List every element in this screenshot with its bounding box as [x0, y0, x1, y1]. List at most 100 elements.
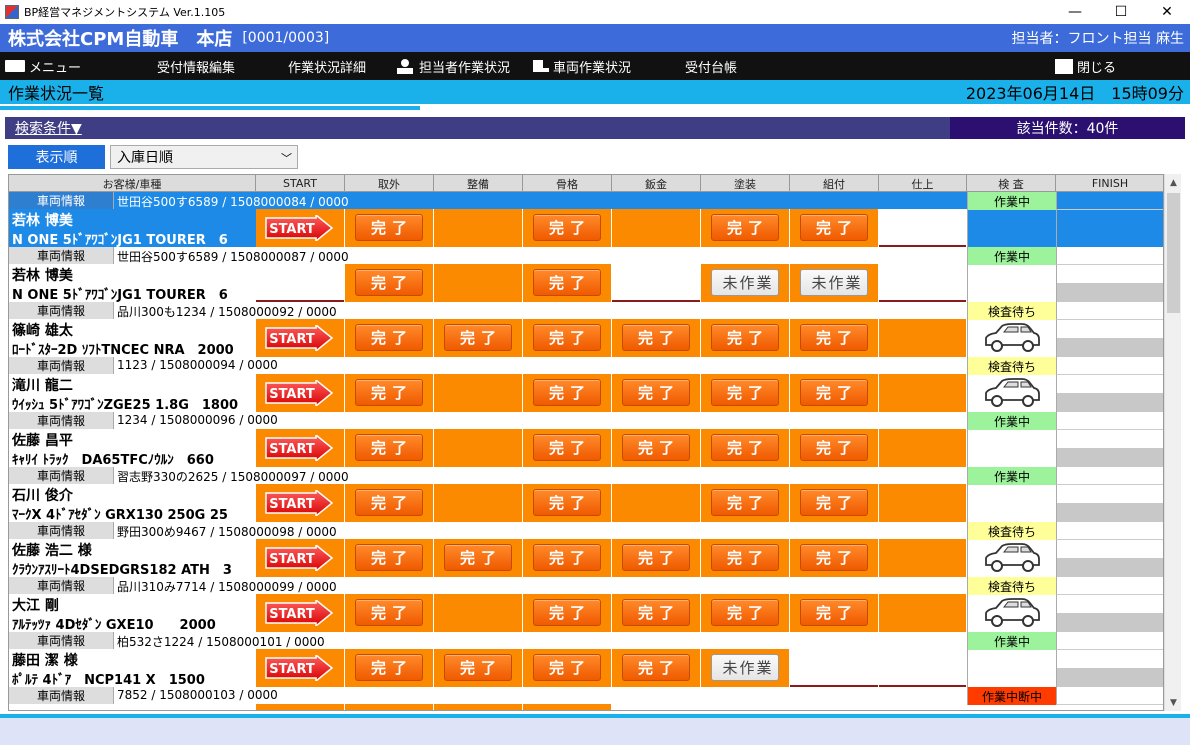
- col-start-cell: [256, 704, 345, 710]
- not-started-button[interactable]: 未作業: [800, 269, 868, 296]
- done-button[interactable]: 完了: [711, 544, 779, 571]
- col-frame-cell: [523, 704, 612, 710]
- car-icon[interactable]: [982, 596, 1042, 631]
- done-button[interactable]: 完了: [355, 599, 423, 626]
- close-screen-button[interactable]: 閉じる: [1055, 52, 1116, 80]
- done-button[interactable]: 完了: [711, 434, 779, 461]
- menu-button[interactable]: メニュー: [5, 52, 81, 80]
- close-window-button[interactable]: ✕: [1144, 0, 1190, 24]
- done-button[interactable]: 完了: [355, 489, 423, 516]
- customer-cell[interactable]: 藤田 潔 様 ﾎﾟﾙﾃ 4ﾄﾞｱ NCP141 X 1500: [9, 649, 256, 687]
- start-button[interactable]: START: [264, 488, 334, 518]
- done-button[interactable]: 完了: [711, 324, 779, 351]
- done-button[interactable]: 完了: [533, 654, 601, 681]
- done-button[interactable]: 完了: [622, 324, 690, 351]
- done-button[interactable]: 完了: [800, 544, 868, 571]
- work-detail-button[interactable]: 作業状況詳細: [266, 52, 366, 248]
- start-button[interactable]: START: [264, 543, 334, 573]
- done-button[interactable]: 完了: [533, 214, 601, 241]
- car-icon[interactable]: [982, 376, 1042, 411]
- done-button[interactable]: 完了: [355, 544, 423, 571]
- done-button[interactable]: 完了: [711, 599, 779, 626]
- sort-select[interactable]: 入庫日順 ﹀: [110, 145, 298, 169]
- done-button[interactable]: 完了: [622, 544, 690, 571]
- done-button[interactable]: 完了: [533, 599, 601, 626]
- start-button[interactable]: START: [264, 433, 334, 463]
- done-button[interactable]: 完了: [355, 324, 423, 351]
- start-button[interactable]: START: [264, 213, 334, 243]
- customer-cell[interactable]: 佐藤 昌平 ｷｬﾘｲ ﾄﾗｯｸ DA65TFCﾉｳﾙﾝ 660: [9, 429, 256, 467]
- col-maintenance-cell: [434, 264, 523, 302]
- finish-cell-top: [1056, 687, 1163, 705]
- done-button[interactable]: 完了: [355, 269, 423, 296]
- table-row[interactable]: 車両情報 品川310み7714 / 1508000099 / 0000 大江 剛 ｱﾙ…: [9, 577, 1163, 632]
- inspection-cell[interactable]: [967, 320, 1056, 357]
- inspection-cell[interactable]: [967, 595, 1056, 632]
- done-button[interactable]: 完了: [800, 214, 868, 241]
- start-button[interactable]: START: [264, 378, 334, 408]
- table-row[interactable]: 車両情報 世田谷500す6589 / 1508000087 / 0000 若林 博美…: [9, 247, 1163, 302]
- table-row[interactable]: 車両情報 世田谷500す6589 / 1508000084 / 0000 若林 博美…: [9, 192, 1163, 247]
- done-button[interactable]: 完了: [711, 214, 779, 241]
- done-button[interactable]: 完了: [355, 654, 423, 681]
- done-button[interactable]: 完了: [800, 599, 868, 626]
- done-button[interactable]: 完了: [444, 544, 512, 571]
- table-row[interactable]: 車両情報 習志野330の2625 / 1508000097 / 0000 石川 俊介…: [9, 467, 1163, 522]
- done-button[interactable]: 完了: [622, 379, 690, 406]
- done-button[interactable]: 完了: [800, 379, 868, 406]
- scroll-up-icon[interactable]: ▲: [1165, 174, 1182, 191]
- done-button[interactable]: 完了: [800, 434, 868, 461]
- table-row[interactable]: 車両情報 1234 / 1508000096 / 0000 佐藤 昌平 ｷｬﾘｲ ﾄﾗ…: [9, 412, 1163, 467]
- staff-status-button[interactable]: 担当者作業状況: [397, 52, 510, 80]
- done-button[interactable]: 完了: [444, 654, 512, 681]
- not-started-button[interactable]: 未作業: [711, 654, 779, 681]
- start-button[interactable]: START: [264, 653, 334, 683]
- car-icon[interactable]: [982, 321, 1042, 356]
- table-row[interactable]: 車両情報 柏532さ1224 / 1508000101 / 0000 藤田 潔 様 ﾎ…: [9, 632, 1163, 687]
- reception-edit-button[interactable]: 受付情報編集: [135, 52, 235, 248]
- done-button[interactable]: 完了: [355, 434, 423, 461]
- start-button[interactable]: START: [264, 598, 334, 628]
- done-button[interactable]: 完了: [622, 599, 690, 626]
- done-button[interactable]: 完了: [711, 379, 779, 406]
- done-button[interactable]: 完了: [355, 379, 423, 406]
- car-icon[interactable]: [982, 541, 1042, 576]
- inspection-cell[interactable]: [967, 540, 1056, 577]
- customer-cell[interactable]: 大江 剛 ｱﾙﾃｯﾂｧ 4Dｾﾀﾞﾝ GXE10 2000: [9, 594, 256, 632]
- done-button[interactable]: 完了: [800, 324, 868, 351]
- customer-cell[interactable]: 若林 博美 N ONE 5ﾄﾞｱﾜｺﾞﾝJG1 TOURER 6: [9, 209, 256, 247]
- maximize-button[interactable]: ☐: [1098, 0, 1144, 24]
- not-started-button[interactable]: 未作業: [711, 269, 779, 296]
- vertical-scrollbar[interactable]: ▲ ▼: [1164, 174, 1181, 711]
- table-row[interactable]: 車両情報 野田300め9467 / 1508000098 / 0000 佐藤 浩二 …: [9, 522, 1163, 577]
- inspection-cell[interactable]: [967, 375, 1056, 412]
- table-row[interactable]: 車両情報 品川300も1234 / 1508000092 / 0000 篠崎 雄太 ﾛ…: [9, 302, 1163, 357]
- customer-cell[interactable]: 石川 俊介 ﾏｰｸX 4ﾄﾞｱｾﾀﾞﾝ GRX130 250G 25: [9, 484, 256, 522]
- scroll-thumb[interactable]: [1167, 193, 1180, 313]
- customer-cell[interactable]: 滝川 龍二 ｳｲｯｼｭ 5ﾄﾞｱﾜｺﾞﾝZGE25 1.8G 1800: [9, 374, 256, 412]
- done-button[interactable]: 完了: [711, 489, 779, 516]
- table-row[interactable]: 車両情報 1123 / 1508000094 / 0000 滝川 龍二 ｳｲｯｼｭ 5…: [9, 357, 1163, 412]
- done-button[interactable]: 完了: [355, 214, 423, 241]
- start-button[interactable]: START: [264, 323, 334, 353]
- ledger-button[interactable]: 受付台帳: [663, 52, 737, 248]
- search-conditions-toggle[interactable]: 検索条件▼: [15, 118, 82, 138]
- vehicle-status-button[interactable]: 車両作業状況: [533, 52, 631, 80]
- done-button[interactable]: 完了: [533, 379, 601, 406]
- done-button[interactable]: 完了: [533, 434, 601, 461]
- customer-cell[interactable]: 篠崎 雄太 ﾛｰﾄﾞｽﾀｰ2D ｿﾌﾄTNCEC NRA 2000: [9, 319, 256, 357]
- customer-cell[interactable]: 佐藤 浩二 様 ｸﾗｳﾝｱｽﾘｰﾄ4DSEDGRS182 ATH 3: [9, 539, 256, 577]
- done-button[interactable]: 完了: [622, 434, 690, 461]
- done-button[interactable]: 完了: [800, 489, 868, 516]
- scroll-down-icon[interactable]: ▼: [1165, 694, 1182, 711]
- done-button[interactable]: 完了: [533, 544, 601, 571]
- table-row[interactable]: 車両情報 7852 / 1508000103 / 0000 作業中断中: [9, 687, 1163, 710]
- done-button[interactable]: 完了: [533, 269, 601, 296]
- done-button[interactable]: 完了: [533, 324, 601, 351]
- customer-cell[interactable]: 若林 博美 N ONE 5ﾄﾞｱﾜｺﾞﾝJG1 TOURER 6: [9, 264, 256, 302]
- done-button[interactable]: 完了: [444, 324, 512, 351]
- done-button[interactable]: 完了: [533, 489, 601, 516]
- customer-cell[interactable]: [9, 704, 256, 710]
- done-button[interactable]: 完了: [622, 654, 690, 681]
- minimize-button[interactable]: —: [1052, 0, 1098, 24]
